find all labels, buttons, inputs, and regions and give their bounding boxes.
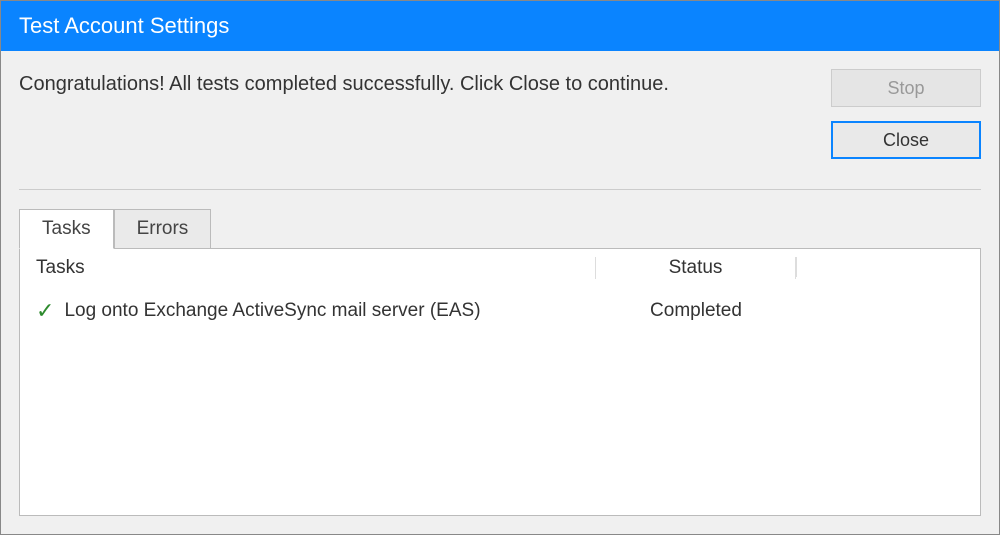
row-task-cell: ✓ Log onto Exchange ActiveSync mail serv… [36, 298, 596, 324]
column-spacer [796, 257, 980, 277]
column-header-tasks: Tasks [36, 257, 596, 279]
close-button[interactable]: Close [831, 121, 981, 159]
table-header: Tasks Status [20, 249, 980, 288]
table-row: ✓ Log onto Exchange ActiveSync mail serv… [36, 294, 980, 328]
status-message: Congratulations! All tests completed suc… [19, 69, 811, 96]
tabs-header: Tasks Errors [19, 208, 981, 248]
dialog-content: Congratulations! All tests completed suc… [1, 51, 999, 534]
titlebar: Test Account Settings [1, 1, 999, 51]
task-name: Log onto Exchange ActiveSync mail server… [64, 300, 480, 322]
top-row: Congratulations! All tests completed suc… [19, 69, 981, 159]
dialog-window: Test Account Settings Congratulations! A… [0, 0, 1000, 535]
column-header-status: Status [596, 257, 796, 279]
tab-panel-tasks: Tasks Status ✓ Log onto Exchange ActiveS… [19, 248, 981, 516]
table-body: ✓ Log onto Exchange ActiveSync mail serv… [20, 288, 980, 334]
divider [19, 189, 981, 190]
check-icon: ✓ [36, 298, 54, 324]
row-status-cell: Completed [596, 300, 796, 322]
stop-button: Stop [831, 69, 981, 107]
tab-tasks[interactable]: Tasks [19, 209, 114, 249]
window-title: Test Account Settings [19, 13, 229, 38]
tabs-section: Tasks Errors Tasks Status ✓ Log onto Exc… [19, 189, 981, 516]
tab-errors[interactable]: Errors [114, 209, 212, 249]
button-group: Stop Close [831, 69, 981, 159]
